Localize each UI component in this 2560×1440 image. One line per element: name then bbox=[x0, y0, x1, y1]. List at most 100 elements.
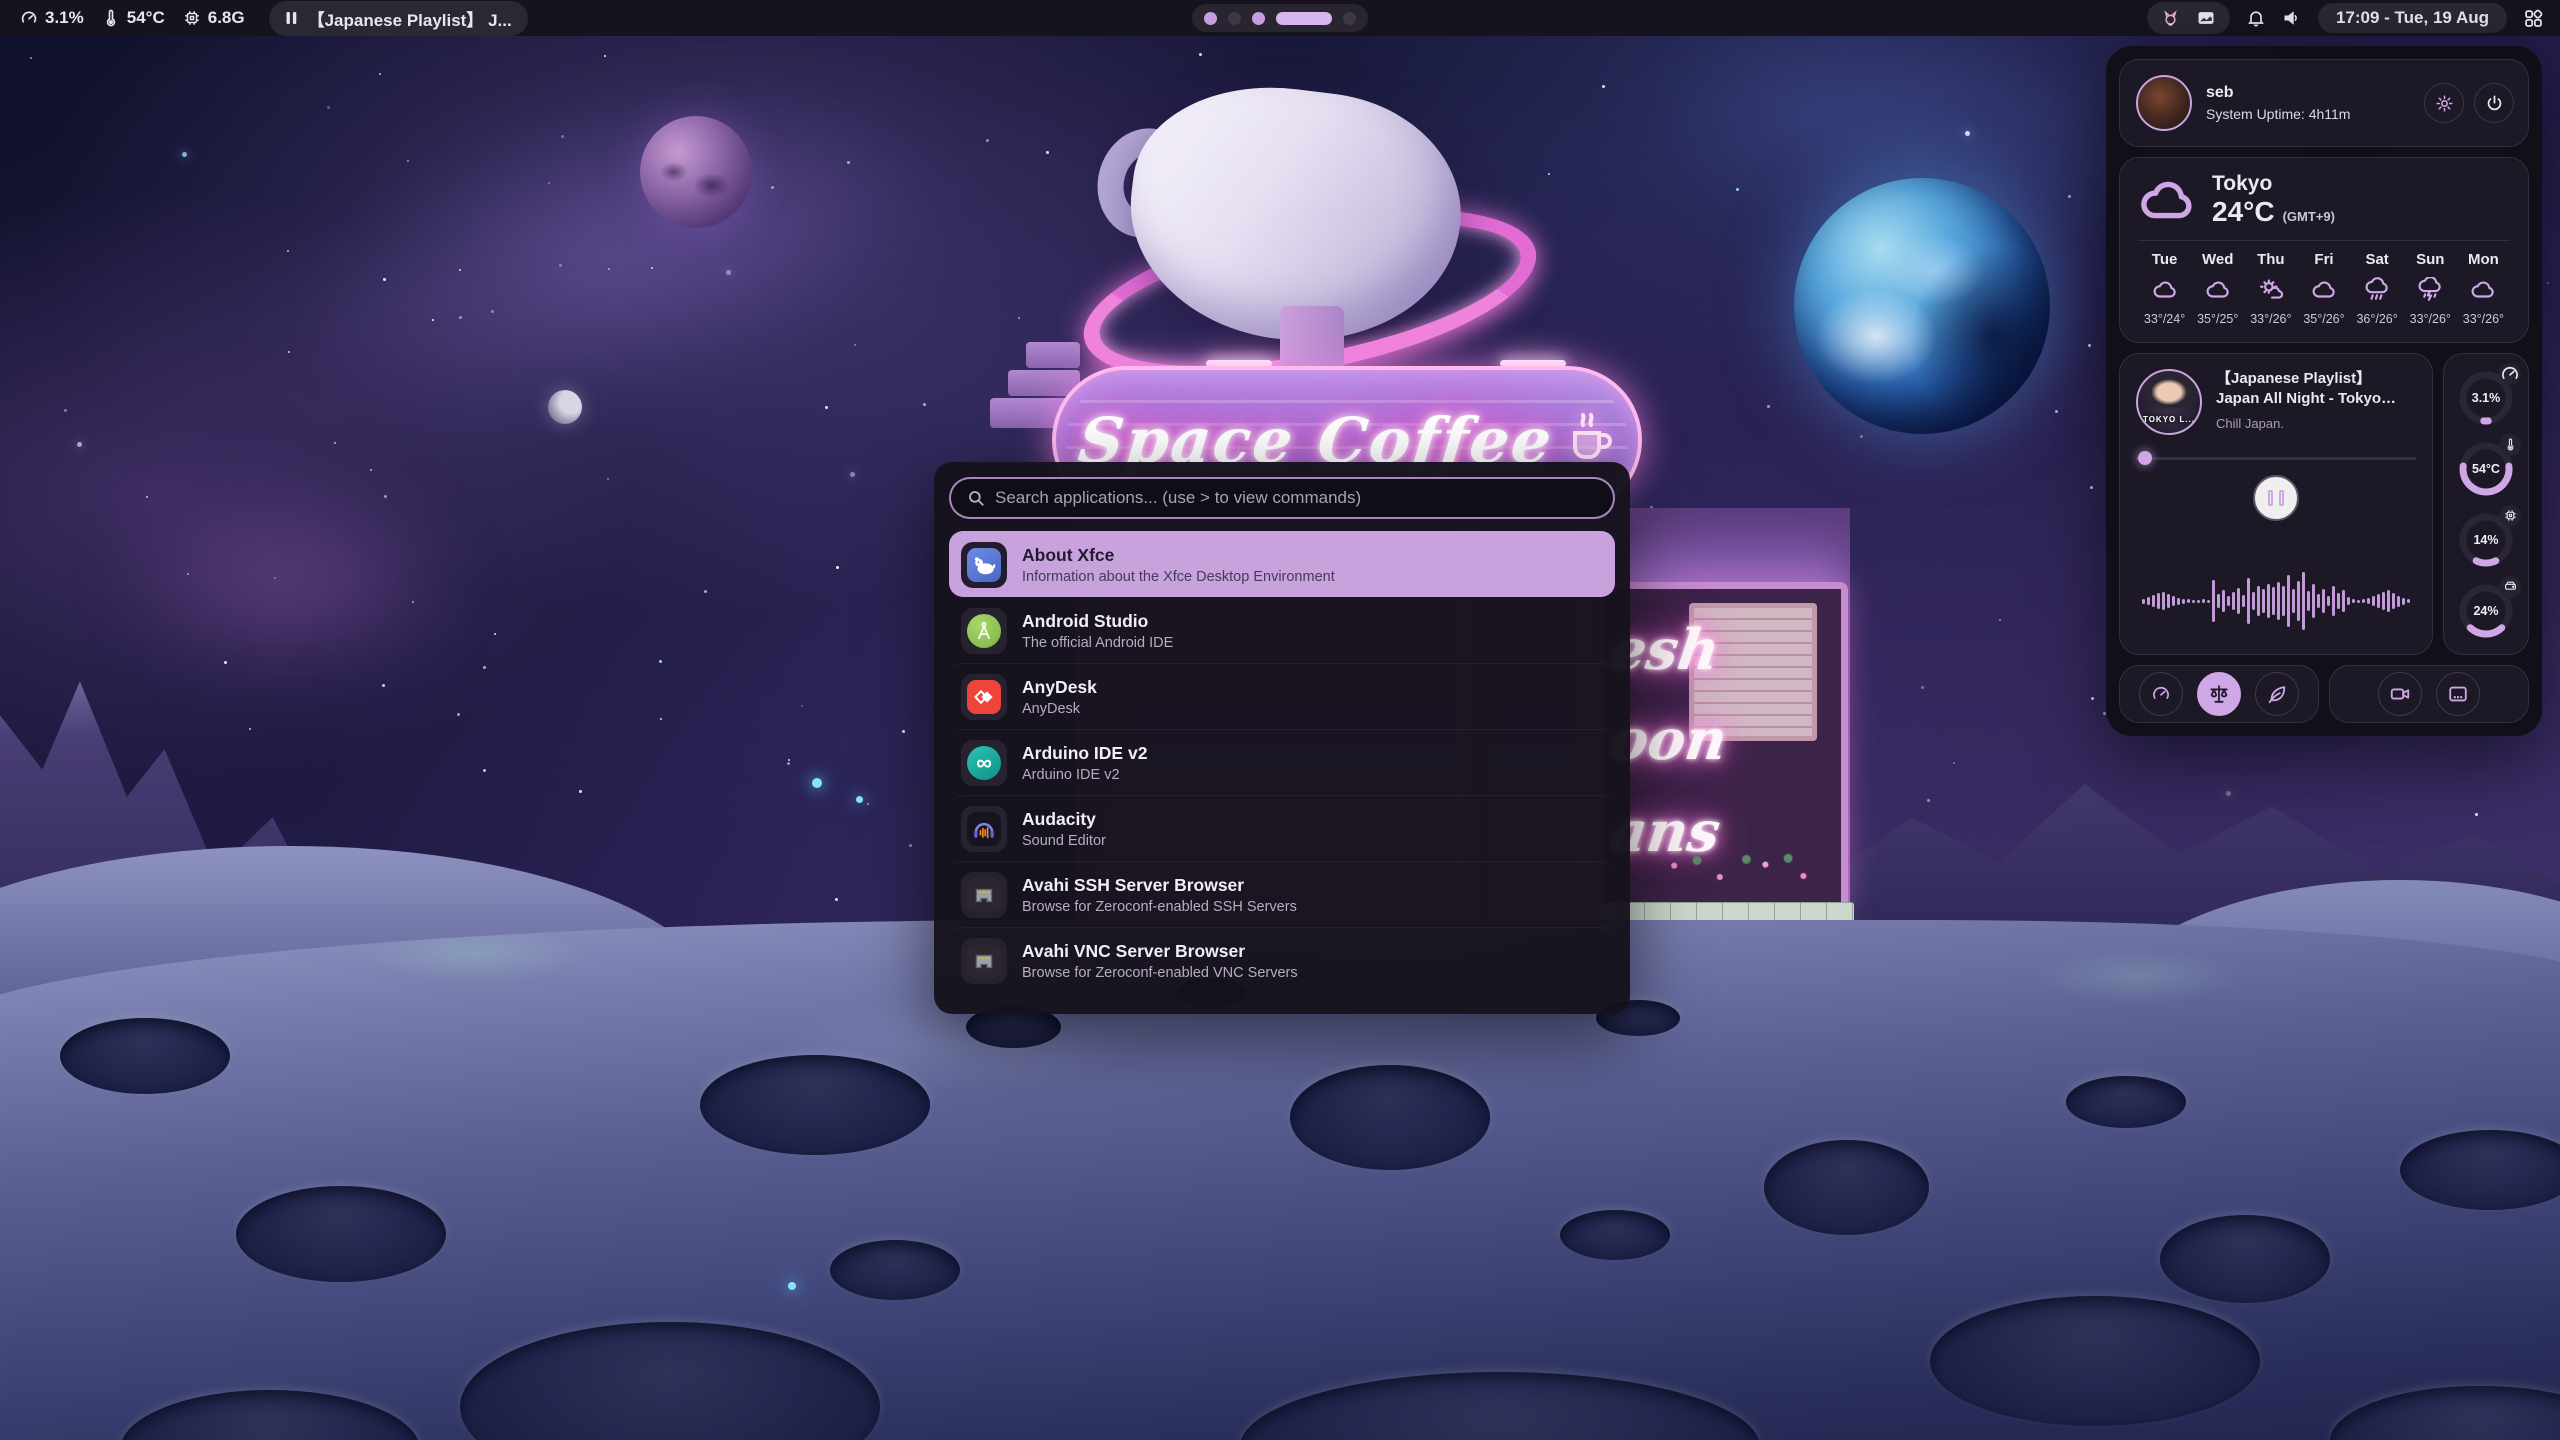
forecast-day-label: Mon bbox=[2468, 251, 2499, 268]
forecast-temps: 33°/26° bbox=[2463, 312, 2504, 326]
cloud-icon bbox=[2138, 178, 2196, 222]
forecast-day-label: Fri bbox=[2314, 251, 2333, 268]
gear-icon bbox=[2435, 94, 2454, 113]
app-name: Avahi VNC Server Browser bbox=[1022, 941, 1298, 962]
power-profile-gauge[interactable] bbox=[2139, 672, 2183, 716]
visualizer-bar bbox=[2347, 597, 2350, 605]
app-icon-tile bbox=[961, 872, 1007, 918]
visualizer-bar bbox=[2147, 597, 2150, 605]
visualizer-bar bbox=[2197, 600, 2200, 603]
app-row-anydesk[interactable]: AnyDeskAnyDesk bbox=[949, 663, 1615, 729]
now-playing-pill[interactable]: 【Japanese Playlist】 J... bbox=[269, 1, 528, 36]
memory-indicator[interactable]: 6.8G bbox=[179, 8, 249, 28]
star bbox=[2090, 486, 2093, 489]
app-row-avahi-ssh-server-browser[interactable]: Avahi SSH Server BrowserBrowse for Zeroc… bbox=[949, 861, 1615, 927]
screenshot-button[interactable] bbox=[2436, 672, 2480, 716]
weather-temperature: 24°C bbox=[2212, 196, 2275, 228]
cat-icon[interactable] bbox=[2161, 9, 2180, 28]
thermometer-icon bbox=[102, 9, 120, 27]
forecast-temps: 33°/26° bbox=[2250, 312, 2291, 326]
app-row-arduino-ide-v2[interactable]: ∞Arduino IDE v2Arduino IDE v2 bbox=[949, 729, 1615, 795]
power-profile-leaf[interactable] bbox=[2255, 672, 2299, 716]
visualizer-bar bbox=[2247, 578, 2250, 624]
visualizer-bar bbox=[2387, 590, 2390, 612]
app-name: Android Studio bbox=[1022, 611, 1173, 632]
app-grid-icon[interactable] bbox=[2523, 8, 2544, 29]
progress-handle[interactable] bbox=[2138, 451, 2152, 465]
crater bbox=[2066, 1076, 2186, 1128]
track-artist: Chill Japan. bbox=[2216, 416, 2416, 431]
crater bbox=[700, 1055, 930, 1155]
crater bbox=[2160, 1215, 2330, 1303]
power-profile-scales-active[interactable] bbox=[2197, 672, 2241, 716]
star bbox=[224, 661, 227, 664]
cpu-usage-indicator[interactable]: 3.1% bbox=[16, 8, 88, 28]
app-icon-tile bbox=[961, 938, 1007, 984]
workspace-3-active[interactable] bbox=[1252, 12, 1265, 25]
cloud-icon bbox=[2152, 277, 2178, 303]
forecast-day-label: Sat bbox=[2365, 251, 2388, 268]
system-uptime: System Uptime: 4h11m bbox=[2206, 106, 2350, 122]
app-row-avahi-vnc-server-browser[interactable]: Avahi VNC Server BrowserBrowse for Zeroc… bbox=[949, 927, 1615, 993]
volume-icon[interactable] bbox=[2282, 8, 2302, 28]
search-icon bbox=[967, 489, 985, 507]
star bbox=[327, 106, 330, 109]
stat-gauge-drive: 24% bbox=[2455, 580, 2517, 642]
star bbox=[847, 161, 850, 164]
workspace-4-active[interactable] bbox=[1276, 12, 1332, 25]
app-description: The official Android IDE bbox=[1022, 635, 1173, 651]
system-stats-card: 3.1%54°C14%24% bbox=[2443, 353, 2529, 655]
crater bbox=[236, 1186, 446, 1282]
stat-gauge-chip: 14% bbox=[2455, 509, 2517, 571]
app-row-about-xfce[interactable]: About XfceInformation about the Xfce Des… bbox=[949, 531, 1615, 597]
notifications-bell-icon[interactable] bbox=[2246, 8, 2266, 28]
video-camera-button[interactable] bbox=[2378, 672, 2422, 716]
network-port-icon bbox=[967, 878, 1001, 912]
clock[interactable]: 17:09 - Tue, 19 Aug bbox=[2318, 3, 2507, 33]
power-button[interactable] bbox=[2474, 83, 2514, 123]
settings-button[interactable] bbox=[2424, 83, 2464, 123]
wallpaper-icon[interactable] bbox=[2196, 8, 2216, 28]
visualizer-bar bbox=[2157, 593, 2160, 609]
visualizer-bar bbox=[2207, 600, 2210, 603]
search-box[interactable] bbox=[949, 477, 1615, 519]
leaf-icon bbox=[2266, 683, 2288, 705]
star bbox=[548, 182, 550, 184]
visualizer-bar bbox=[2142, 599, 2145, 604]
workspace-switcher[interactable] bbox=[1192, 4, 1368, 32]
workspace-1-active[interactable] bbox=[1204, 12, 1217, 25]
star bbox=[2088, 344, 2091, 347]
star bbox=[30, 57, 32, 59]
search-input[interactable] bbox=[995, 488, 1597, 508]
app-row-android-studio[interactable]: Android Studio The official Android IDE bbox=[949, 597, 1615, 663]
visualizer-bar bbox=[2182, 599, 2185, 604]
network-port-icon bbox=[967, 944, 1001, 978]
app-name: Avahi SSH Server Browser bbox=[1022, 875, 1297, 896]
nebula bbox=[30, 430, 550, 730]
app-row-audacity[interactable]: AudacitySound Editor bbox=[949, 795, 1615, 861]
workspace-5[interactable] bbox=[1343, 12, 1356, 25]
visualizer-bar bbox=[2352, 599, 2355, 603]
visualizer-bar bbox=[2192, 600, 2195, 603]
star bbox=[909, 844, 912, 847]
app-name: About Xfce bbox=[1022, 545, 1335, 566]
forecast-day-mon: Mon 33°/26° bbox=[2457, 251, 2510, 326]
star bbox=[182, 152, 187, 157]
workspace-2[interactable] bbox=[1228, 12, 1241, 25]
weather-card: Tokyo 24°C (GMT+9) Tue33°/24°Wed35°/25°T… bbox=[2119, 157, 2529, 343]
visualizer-bar bbox=[2237, 588, 2240, 614]
star bbox=[850, 472, 855, 477]
user-card: seb System Uptime: 4h11m bbox=[2119, 59, 2529, 147]
star bbox=[146, 496, 148, 498]
visualizer-bar bbox=[2272, 587, 2275, 615]
play-pause-button[interactable] bbox=[2253, 475, 2299, 521]
side-panel: seb System Uptime: 4h11m Tokyo 24°C bbox=[2106, 46, 2542, 736]
temperature-indicator[interactable]: 54°C bbox=[98, 8, 169, 28]
capture-tools-group bbox=[2329, 665, 2529, 723]
visualizer-bar bbox=[2362, 599, 2365, 603]
star bbox=[1921, 686, 1924, 689]
visualizer-bar bbox=[2342, 590, 2345, 612]
app-description: Sound Editor bbox=[1022, 833, 1106, 849]
crater bbox=[830, 1240, 960, 1300]
media-progress-bar[interactable] bbox=[2136, 451, 2416, 465]
